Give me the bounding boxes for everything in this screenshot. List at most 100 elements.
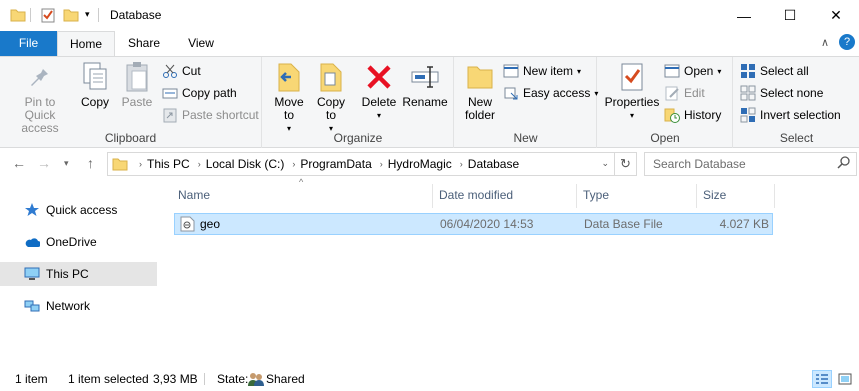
tab-file[interactable]: File <box>0 31 57 56</box>
breadcrumb-separator-icon: › <box>197 159 201 169</box>
nav-item-network[interactable]: Network <box>0 294 157 318</box>
column-divider[interactable] <box>696 184 697 208</box>
breadcrumb-database[interactable]: Database <box>468 157 519 171</box>
copy-to-button[interactable]: Copy to ▾ <box>311 61 351 135</box>
breadcrumb-separator-icon: › <box>139 159 142 169</box>
breadcrumb-local-disk[interactable]: Local Disk (C:) <box>206 157 285 171</box>
shared-users-icon <box>248 371 264 387</box>
file-row[interactable]: geo 06/04/2020 14:53 Data Base File 4.02… <box>174 213 773 235</box>
new-item-button[interactable]: New item ▾ <box>503 61 581 81</box>
delete-button[interactable]: Delete ▾ <box>359 61 399 122</box>
nav-item-this-pc[interactable]: This PC <box>0 262 157 286</box>
divider <box>204 373 205 385</box>
column-header-size[interactable]: Size <box>703 188 726 202</box>
file-size: 4.027 KB <box>719 217 769 231</box>
divider <box>98 8 99 22</box>
easy-access-button[interactable]: Easy access ▾ <box>503 83 598 103</box>
breadcrumb-separator-icon: › <box>459 159 463 169</box>
column-divider[interactable] <box>432 184 433 208</box>
collapse-ribbon-icon[interactable]: ∧ <box>821 36 829 49</box>
up-arrow-icon[interactable]: ↑ <box>87 155 94 171</box>
customize-quick-access-icon[interactable]: ▾ <box>85 9 90 20</box>
column-header-date-modified[interactable]: Date modified <box>439 188 513 202</box>
title-bar: ▾ Database — ☐ ✕ <box>0 0 859 31</box>
column-header-name[interactable]: Name <box>178 188 210 202</box>
navigation-pane: Quick access OneDrive This PC Network <box>0 180 162 367</box>
help-icon[interactable]: ? <box>839 34 855 50</box>
tab-view[interactable]: View <box>175 31 227 56</box>
details-view-icon[interactable] <box>812 370 832 388</box>
computer-icon <box>24 267 40 281</box>
nav-item-quick-access[interactable]: Quick access <box>0 198 157 222</box>
cloud-icon <box>24 236 40 248</box>
delete-caret-icon: ▾ <box>376 111 381 120</box>
tab-home[interactable]: Home <box>57 31 115 56</box>
breadcrumb-this-pc[interactable]: This PC <box>147 157 190 171</box>
new-folder-icon[interactable] <box>63 7 79 26</box>
properties-check-icon[interactable] <box>40 7 56 26</box>
search-box[interactable]: Search Database <box>644 152 857 176</box>
address-dropdown-icon[interactable]: ⌄ <box>601 158 609 169</box>
group-label-clipboard: Clipboard <box>104 131 157 145</box>
file-type: Data Base File <box>584 217 663 231</box>
folder-icon[interactable] <box>10 7 26 26</box>
invert-selection-icon <box>740 107 756 123</box>
edit-button[interactable]: Edit <box>664 83 705 103</box>
select-all-button[interactable]: Select all <box>740 61 809 81</box>
scissors-icon <box>162 63 178 79</box>
new-item-caret-icon: ▾ <box>577 66 582 76</box>
breadcrumb-hydromagic[interactable]: HydroMagic <box>388 157 452 171</box>
database-file-icon <box>180 216 195 232</box>
column-divider[interactable] <box>576 184 577 208</box>
copy-button[interactable]: Copy <box>76 61 114 109</box>
breadcrumb-programdata[interactable]: ProgramData <box>300 157 371 171</box>
properties-button[interactable]: Properties ▾ <box>604 61 660 122</box>
close-button[interactable]: ✕ <box>813 0 859 31</box>
file-list: ^ Name Date modified Type Size geo 06/04… <box>162 177 859 367</box>
refresh-icon[interactable]: ↻ <box>614 153 636 175</box>
search-input[interactable]: Search Database <box>653 157 746 171</box>
history-icon <box>664 107 680 123</box>
pin-to-quick-access-button[interactable]: Pin to Quick access <box>6 61 74 135</box>
copy-path-icon <box>162 85 178 101</box>
rename-button[interactable]: Rename <box>402 61 448 109</box>
new-folder-button[interactable]: New folder <box>459 61 501 122</box>
breadcrumb-separator-icon: › <box>292 159 296 169</box>
nav-item-onedrive[interactable]: OneDrive <box>0 230 157 254</box>
maximize-button[interactable]: ☐ <box>767 0 813 31</box>
open-caret-icon: ▾ <box>717 66 722 76</box>
nav-item-label: OneDrive <box>46 235 97 249</box>
copy-icon <box>79 61 111 93</box>
paste-button[interactable]: Paste <box>116 61 158 109</box>
column-divider[interactable] <box>774 184 775 208</box>
history-button[interactable]: History <box>664 105 721 125</box>
address-bar[interactable]: › This PC › Local Disk (C:) › ProgramDat… <box>107 152 637 176</box>
move-to-button[interactable]: Move to ▾ <box>269 61 309 135</box>
cut-button[interactable]: Cut <box>162 61 201 81</box>
back-arrow-icon[interactable]: ← <box>12 155 26 171</box>
group-organize: Move to ▾ Copy to ▾ Delete ▾ Rename Orga… <box>263 57 454 148</box>
forward-arrow-icon[interactable]: → <box>37 155 51 171</box>
group-clipboard: Pin to Quick access Copy Paste Cut Copy … <box>0 57 262 148</box>
copy-path-button[interactable]: Copy path <box>162 83 237 103</box>
properties-icon <box>616 61 648 93</box>
large-icons-view-icon[interactable] <box>835 370 855 388</box>
group-open: Properties ▾ Open ▾ Edit History Open <box>598 57 733 148</box>
group-label-organize: Organize <box>333 131 383 145</box>
divider <box>30 8 31 22</box>
paste-icon <box>121 61 153 93</box>
tab-share[interactable]: Share <box>118 31 170 56</box>
select-none-button[interactable]: Select none <box>740 83 823 103</box>
paste-shortcut-button[interactable]: Paste shortcut <box>162 105 259 125</box>
star-icon <box>24 202 40 218</box>
ribbon: Pin to Quick access Copy Paste Cut Copy … <box>0 56 859 148</box>
file-name[interactable]: geo <box>200 217 220 231</box>
invert-selection-button[interactable]: Invert selection <box>740 105 841 125</box>
recent-locations-icon[interactable]: ▾ <box>64 158 69 169</box>
search-icon[interactable] <box>837 156 850 172</box>
column-header-type[interactable]: Type <box>583 188 609 202</box>
open-button[interactable]: Open ▾ <box>664 61 721 81</box>
status-bar: 1 item 1 item selected 3,93 MB State: Sh… <box>0 367 859 391</box>
minimize-button[interactable]: — <box>721 0 767 31</box>
selection-count: 1 item selected <box>68 372 149 386</box>
